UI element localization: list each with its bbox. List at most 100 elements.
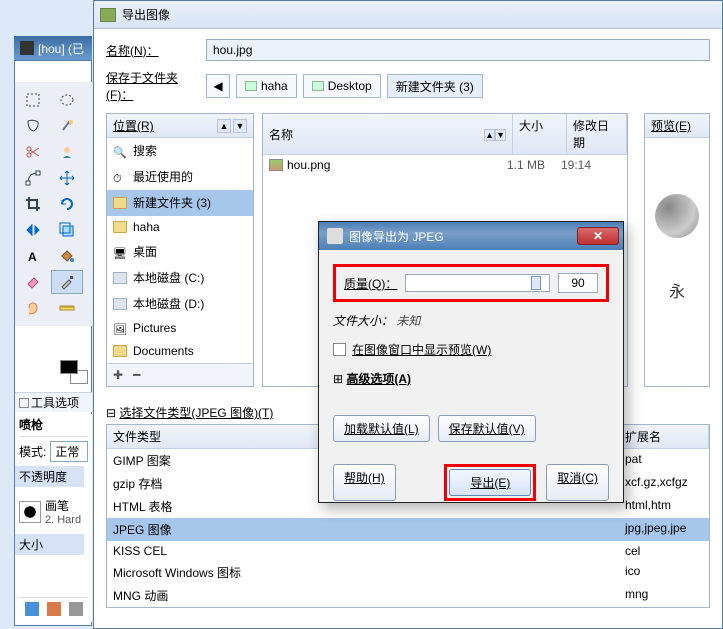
export-button-highlight: 导出(E) <box>444 464 536 501</box>
close-button[interactable]: ✕ <box>577 227 619 245</box>
quality-slider[interactable] <box>405 274 550 292</box>
breadcrumb-newfolder[interactable]: 新建文件夹 (3) <box>387 74 483 98</box>
save-defaults-button[interactable]: 保存默认值(V) <box>438 415 536 442</box>
folder-icon <box>312 81 324 91</box>
advanced-options-toggle[interactable]: ⊞ 高级选项(A) <box>333 370 609 387</box>
col-size[interactable]: 大小 <box>513 114 567 155</box>
cancel-button[interactable]: 取消(C) <box>546 464 609 501</box>
options-reset-icon[interactable] <box>47 602 61 616</box>
drive-icon <box>113 298 127 310</box>
export-button[interactable]: 导出(E) <box>449 469 531 496</box>
export-dialog-title: 导出图像 <box>122 6 170 23</box>
loc-sort-up[interactable]: ▲ <box>217 119 231 133</box>
folder-icon <box>245 81 257 91</box>
slider-thumb-icon[interactable] <box>531 276 541 290</box>
tool-options-header: 工具选项 <box>15 392 92 412</box>
filetype-ext: pat <box>619 449 709 472</box>
folder-icon <box>113 197 127 209</box>
col-name[interactable]: 名称 <box>269 126 293 143</box>
locations-header: 位置(R) <box>113 117 154 134</box>
dock-chevron-icon[interactable] <box>19 398 29 408</box>
name-label: 名称(N)： <box>106 42 196 59</box>
loc-add-icon[interactable]: ✚ <box>113 368 123 382</box>
filetype-ext: xcf.gz,xcfgz <box>619 472 709 495</box>
tool-colors[interactable] <box>60 360 92 388</box>
filetype-row[interactable]: JPEG 图像jpg,jpeg,jpe <box>107 518 709 541</box>
filetype-row[interactable]: KISS CELcel <box>107 541 709 561</box>
file-sort-up[interactable]: ▲ <box>484 129 495 141</box>
preview-char: 永 <box>655 278 699 302</box>
preview-checkbox[interactable] <box>333 343 346 356</box>
mode-select[interactable]: 正常 <box>50 441 88 462</box>
nav-back-button[interactable]: ◀ <box>206 74 230 98</box>
tool-bucket-fill-icon[interactable] <box>51 244 83 268</box>
location-item[interactable]: 桌面 <box>107 239 253 265</box>
tool-smudge-icon[interactable] <box>17 296 49 320</box>
tool-text-icon[interactable]: A <box>17 244 49 268</box>
location-item[interactable]: Pictures <box>107 317 253 340</box>
options-save-icon[interactable] <box>25 602 39 616</box>
locations-panel: 位置(R) ▲▼ 搜索最近使用的新建文件夹 (3) haha桌面本地磁盘 (C:)… <box>106 113 254 387</box>
file-size: 1.1 MB <box>507 158 561 172</box>
location-item[interactable]: haha <box>107 216 253 239</box>
quality-input[interactable] <box>558 273 598 293</box>
location-label: 新建文件夹 (3) <box>133 194 211 211</box>
opacity-label[interactable]: 不透明度 <box>15 466 84 487</box>
filetype-row[interactable]: Microsoft Windows 图标ico <box>107 561 709 584</box>
export-dialog-titlebar[interactable]: 导出图像 <box>94 1 722 29</box>
file-name: hou.png <box>287 158 330 172</box>
loc-sort-down[interactable]: ▼ <box>233 119 247 133</box>
tool-move-icon[interactable] <box>51 166 83 190</box>
load-defaults-button[interactable]: 加载默认值(L) <box>333 415 430 442</box>
jpeg-dialog-icon <box>327 228 343 244</box>
location-item[interactable]: 最近使用的 <box>107 164 253 190</box>
filetype-name: KISS CEL <box>107 541 619 561</box>
tool-scissors-icon[interactable] <box>17 140 49 164</box>
filetype-ext: html,htm <box>619 495 709 518</box>
tool-flip-icon[interactable] <box>17 218 49 242</box>
tool-crop-icon[interactable] <box>17 192 49 216</box>
svg-text:A: A <box>28 250 37 264</box>
tool-options-tool-name: 喷枪 <box>19 416 88 437</box>
location-item[interactable]: 新建文件夹 (3) <box>107 190 253 216</box>
col-date[interactable]: 修改日期 <box>567 114 627 155</box>
jpeg-dialog-titlebar[interactable]: 图像导出为 JPEG ✕ <box>319 222 623 250</box>
location-label: Documents <box>133 344 194 358</box>
location-item[interactable]: 搜索 <box>107 138 253 164</box>
filename-input[interactable] <box>206 39 710 61</box>
filetype-row[interactable]: MNG 动画mng <box>107 584 709 607</box>
tool-foreground-select-icon[interactable] <box>51 140 83 164</box>
brush-value: 2. Hard <box>45 514 81 526</box>
fg-color-swatch[interactable] <box>60 360 78 374</box>
tool-ellipse-select-icon[interactable] <box>51 88 83 112</box>
filetype-ext: jpg,jpeg,jpe <box>619 518 709 541</box>
tool-rect-select-icon[interactable] <box>17 88 49 112</box>
help-button[interactable]: 帮助(H) <box>333 464 396 501</box>
tool-free-select-icon[interactable] <box>17 114 49 138</box>
filetype-name: JPEG 图像 <box>107 518 619 541</box>
file-row[interactable]: hou.png1.1 MB19:14 <box>263 155 627 175</box>
search-icon <box>113 145 127 157</box>
loc-remove-icon[interactable]: ━ <box>133 368 140 382</box>
tool-rotate-icon[interactable] <box>51 192 83 216</box>
brush-preview[interactable] <box>19 501 41 523</box>
docs-icon <box>113 345 127 357</box>
location-item[interactable]: Documents <box>107 340 253 363</box>
folder-icon <box>113 221 127 233</box>
tool-perspective-icon[interactable] <box>51 218 83 242</box>
type-col-ext[interactable]: 扩展名 <box>619 425 709 449</box>
tool-measure-icon[interactable] <box>51 296 83 320</box>
gimp-main-titlebar: [hou] (已 <box>14 36 92 60</box>
location-item[interactable]: 本地磁盘 (C:) <box>107 265 253 291</box>
options-delete-icon[interactable] <box>69 602 83 616</box>
breadcrumb-haha[interactable]: haha <box>236 74 297 98</box>
export-dialog-icon <box>100 8 116 22</box>
tool-color-picker-icon[interactable] <box>51 270 83 294</box>
file-sort-down[interactable]: ▼ <box>495 129 506 141</box>
location-item[interactable]: 本地磁盘 (D:) <box>107 291 253 317</box>
tool-fuzzy-select-icon[interactable] <box>51 114 83 138</box>
size-label[interactable]: 大小 <box>15 534 84 555</box>
tool-eraser-icon[interactable] <box>17 270 49 294</box>
breadcrumb-desktop[interactable]: Desktop <box>303 74 381 98</box>
tool-paths-icon[interactable] <box>17 166 49 190</box>
